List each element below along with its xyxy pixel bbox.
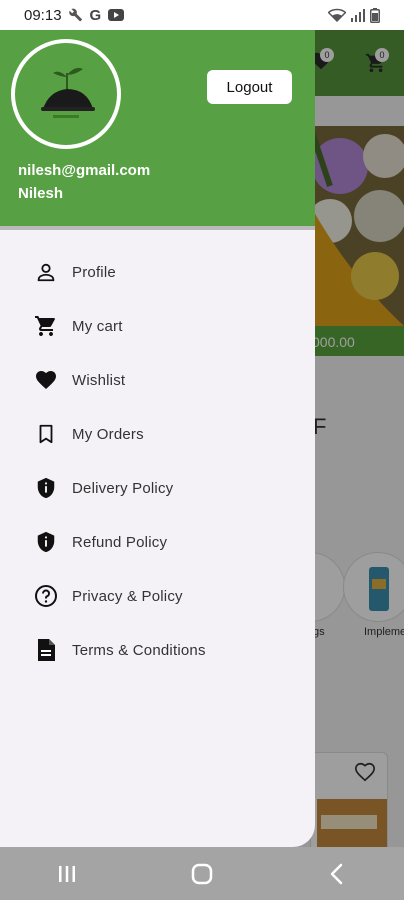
drawer-header: Logout nilesh@gmail.com Nilesh: [0, 30, 315, 230]
recents-icon: [59, 865, 76, 882]
help-circle-icon: [34, 584, 58, 608]
bookmark-icon: [34, 422, 58, 446]
menu-item-profile[interactable]: Profile: [0, 245, 315, 299]
status-time: 09:13: [24, 6, 62, 24]
user-email: nilesh@gmail.com: [18, 162, 151, 179]
menu-item-label: Privacy & Policy: [72, 587, 183, 605]
menu-item-label: My cart: [72, 317, 123, 335]
navigation-drawer: Logout nilesh@gmail.com Nilesh Profile M…: [0, 30, 315, 847]
status-bar: 09:13 G: [0, 0, 404, 30]
signal-icon: [350, 8, 366, 22]
shield-info-icon: [34, 476, 58, 500]
youtube-icon: [108, 9, 125, 21]
status-right: [328, 7, 380, 23]
system-navigation-bar: [0, 847, 404, 900]
menu-item-label: Terms & Conditions: [72, 641, 206, 659]
back-icon: [330, 863, 342, 884]
menu-item-label: My Orders: [72, 425, 144, 443]
logout-button[interactable]: Logout: [207, 70, 292, 104]
logo-icon: [41, 67, 95, 118]
menu-item-delivery-policy[interactable]: Delivery Policy: [0, 461, 315, 515]
menu-item-my-cart[interactable]: My cart: [0, 299, 315, 353]
google-icon: G: [89, 6, 102, 24]
wrench-icon: [68, 8, 83, 22]
menu-item-label: Profile: [72, 263, 116, 281]
menu-item-label: Wishlist: [72, 371, 126, 389]
document-icon: [34, 638, 58, 662]
avatar: [11, 39, 121, 149]
menu-item-terms-conditions[interactable]: Terms & Conditions: [0, 623, 315, 677]
menu-item-label: Delivery Policy: [72, 479, 174, 497]
menu-item-my-orders[interactable]: My Orders: [0, 407, 315, 461]
home-icon: [191, 863, 213, 884]
menu-item-wishlist[interactable]: Wishlist: [0, 353, 315, 407]
user-name: Nilesh: [18, 185, 64, 202]
heart-icon: [34, 368, 58, 392]
recents-button[interactable]: [37, 854, 97, 894]
person-icon: [34, 260, 58, 284]
wifi-icon: [328, 8, 346, 22]
cart-icon: [34, 314, 58, 338]
home-button[interactable]: [172, 854, 232, 894]
menu-item-refund-policy[interactable]: Refund Policy: [0, 515, 315, 569]
status-left: 09:13 G: [24, 6, 125, 24]
battery-icon: [370, 7, 380, 23]
drawer-menu: Profile My cart Wishlist My Orders Deliv…: [0, 245, 315, 677]
menu-item-privacy-policy[interactable]: Privacy & Policy: [0, 569, 315, 623]
back-button[interactable]: [307, 854, 367, 894]
menu-item-label: Refund Policy: [72, 533, 168, 551]
shield-info-icon: [34, 530, 58, 554]
